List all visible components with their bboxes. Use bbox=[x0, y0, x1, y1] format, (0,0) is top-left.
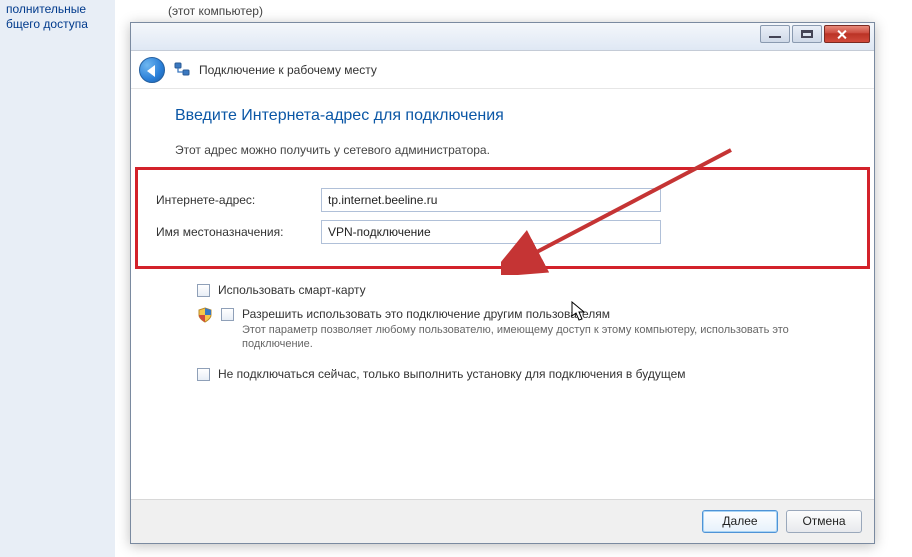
no-dial-now-checkbox[interactable] bbox=[197, 368, 210, 381]
minimize-button[interactable] bbox=[760, 25, 790, 43]
page-subtext: Этот адрес можно получить у сетевого адм… bbox=[175, 143, 830, 157]
close-button[interactable] bbox=[824, 25, 870, 43]
background-sidebar-fragment: полнительные бщего доступа bbox=[0, 0, 115, 557]
window-title: Подключение к рабочему месту bbox=[199, 63, 377, 77]
maximize-button[interactable] bbox=[792, 25, 822, 43]
share-connection-checkbox[interactable] bbox=[221, 308, 234, 321]
internet-address-input[interactable] bbox=[321, 188, 661, 212]
highlight-box: Интернете-адрес: Имя местоназначения: bbox=[135, 167, 870, 269]
internet-address-label: Интернете-адрес: bbox=[156, 193, 321, 207]
cancel-button[interactable]: Отмена bbox=[786, 510, 862, 533]
next-button[interactable]: Далее bbox=[702, 510, 778, 533]
back-button[interactable] bbox=[139, 57, 165, 83]
wizard-content: Введите Интернета-адрес для подключения … bbox=[131, 89, 874, 499]
network-icon bbox=[173, 61, 191, 79]
wizard-header: Подключение к рабочему месту bbox=[131, 51, 874, 89]
destination-name-label: Имя местоназначения: bbox=[156, 225, 321, 239]
share-connection-label: Разрешить использовать это подключение д… bbox=[242, 307, 830, 321]
smartcard-label: Использовать смарт-карту bbox=[218, 283, 366, 297]
titlebar bbox=[131, 23, 874, 51]
share-connection-description: Этот параметр позволяет любому пользоват… bbox=[242, 323, 830, 351]
wizard-window: Подключение к рабочему месту Введите Инт… bbox=[130, 22, 875, 544]
uac-shield-icon bbox=[197, 307, 213, 323]
page-heading: Введите Интернета-адрес для подключения bbox=[175, 107, 830, 125]
destination-name-input[interactable] bbox=[321, 220, 661, 244]
bg-text-line2: бщего доступа bbox=[6, 17, 109, 32]
bg-top-fragment: (этот компьютер) bbox=[168, 4, 263, 18]
bg-text-line1: полнительные bbox=[6, 2, 109, 17]
smartcard-checkbox[interactable] bbox=[197, 284, 210, 297]
wizard-footer: Далее Отмена bbox=[131, 499, 874, 543]
no-dial-now-label: Не подключаться сейчас, только выполнить… bbox=[218, 367, 686, 381]
